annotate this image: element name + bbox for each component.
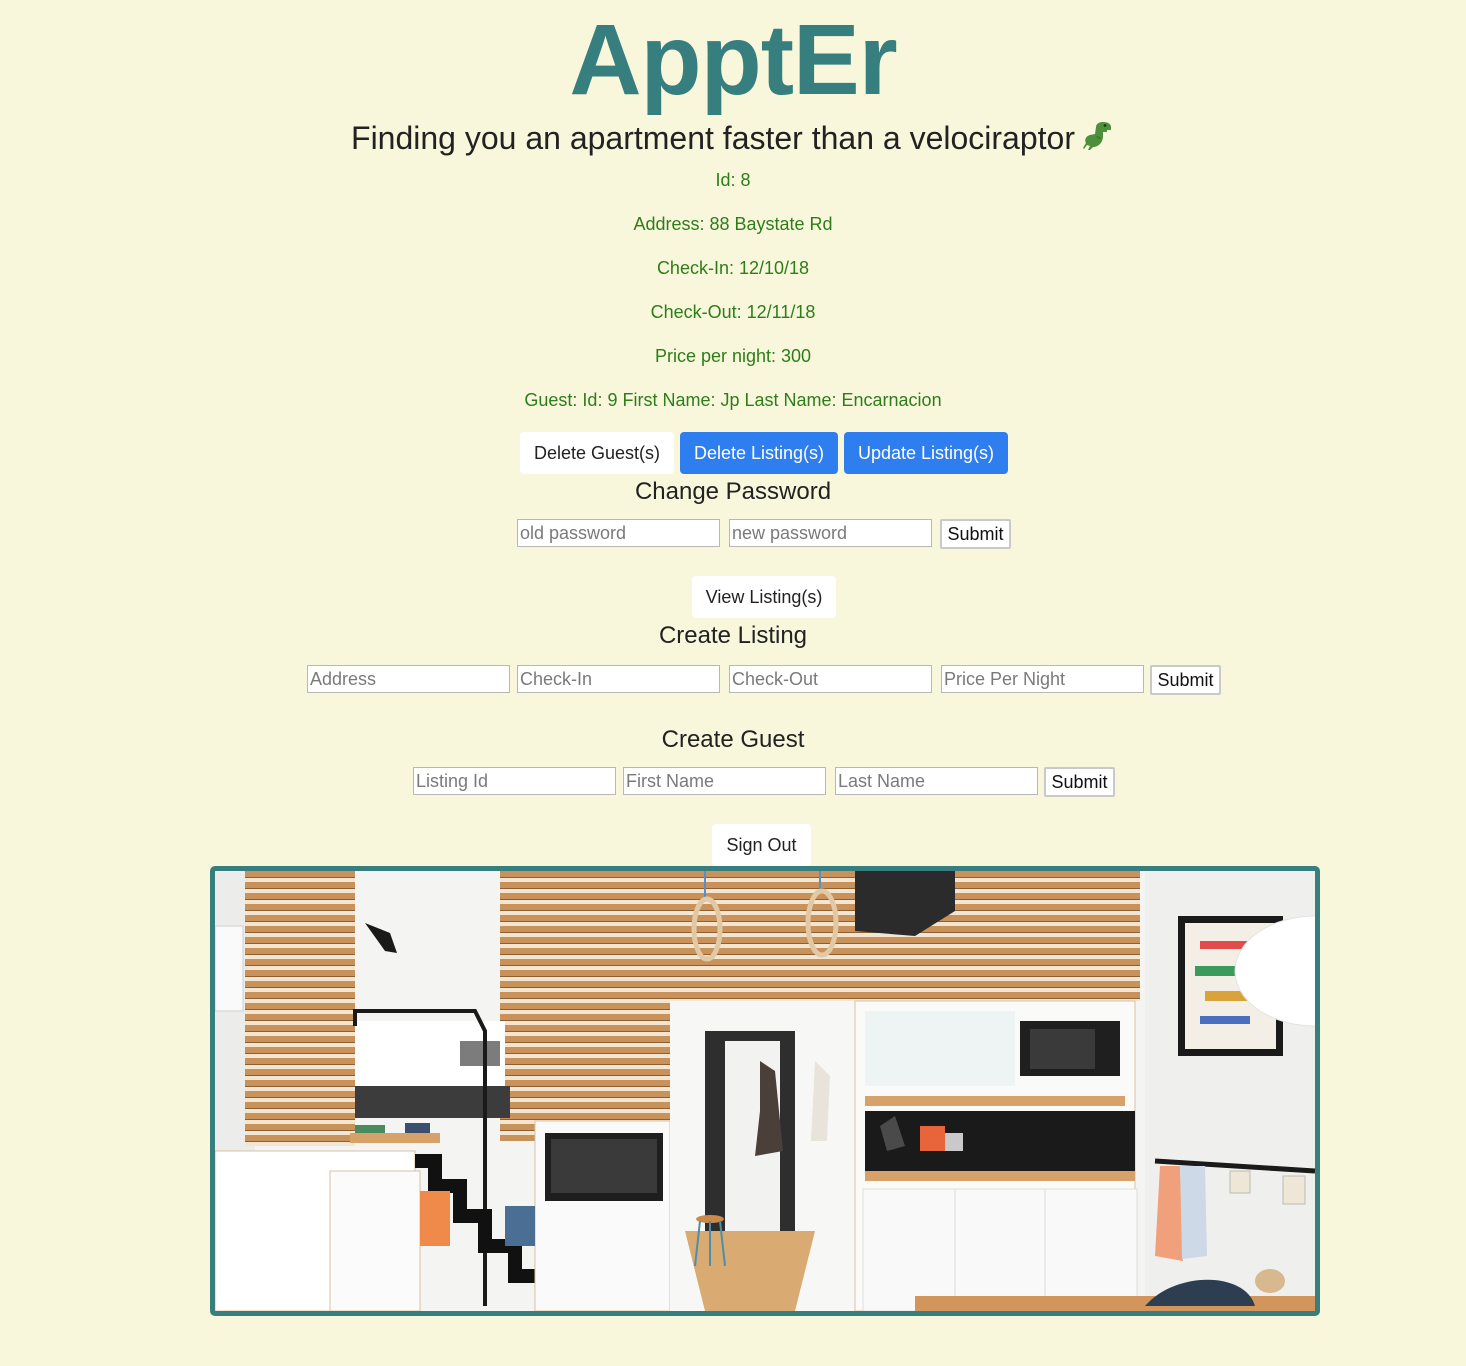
- change-password-title: Change Password: [634, 478, 832, 505]
- address-input[interactable]: [307, 665, 510, 693]
- create-guest-title: Create Guest: [661, 726, 805, 753]
- checkin-input[interactable]: [517, 665, 720, 693]
- new-password-input[interactable]: [729, 519, 932, 547]
- last-name-input[interactable]: [835, 767, 1038, 795]
- update-listing-button[interactable]: Update Listing(s): [844, 432, 1008, 474]
- apartment-photo-illustration: [215, 871, 1315, 1311]
- checkout-input[interactable]: [729, 665, 932, 693]
- apartment-photo: [210, 866, 1320, 1316]
- listing-checkout: Check-Out: 12/11/18: [650, 302, 816, 322]
- app-title: ApptEr: [569, 4, 897, 116]
- old-password-input[interactable]: [517, 519, 720, 547]
- listing-id-input[interactable]: [413, 767, 616, 795]
- sign-out-button[interactable]: Sign Out: [712, 824, 811, 866]
- price-per-night-input[interactable]: [941, 665, 1144, 693]
- create-listing-title: Create Listing: [658, 622, 808, 649]
- create-listing-submit-button[interactable]: Submit: [1150, 665, 1221, 695]
- delete-guest-button[interactable]: Delete Guest(s): [520, 432, 674, 474]
- listing-price: Price per night: 300: [654, 346, 812, 366]
- listing-address: Address: 88 Baystate Rd: [633, 214, 833, 234]
- tagline: Finding you an apartment faster than a v…: [0, 118, 1466, 158]
- t-rex-icon: [1082, 122, 1111, 150]
- change-password-submit-button[interactable]: Submit: [940, 519, 1011, 549]
- listing-checkin: Check-In: 12/10/18: [656, 258, 810, 278]
- first-name-input[interactable]: [623, 767, 826, 795]
- tagline-text: Finding you an apartment faster than a v…: [351, 120, 1075, 156]
- view-listing-button[interactable]: View Listing(s): [692, 576, 836, 618]
- listing-id: Id: 8: [715, 170, 751, 190]
- listing-guest: Guest: Id: 9 First Name: Jp Last Name: E…: [524, 390, 942, 410]
- create-guest-submit-button[interactable]: Submit: [1044, 767, 1115, 797]
- delete-listing-button[interactable]: Delete Listing(s): [680, 432, 838, 474]
